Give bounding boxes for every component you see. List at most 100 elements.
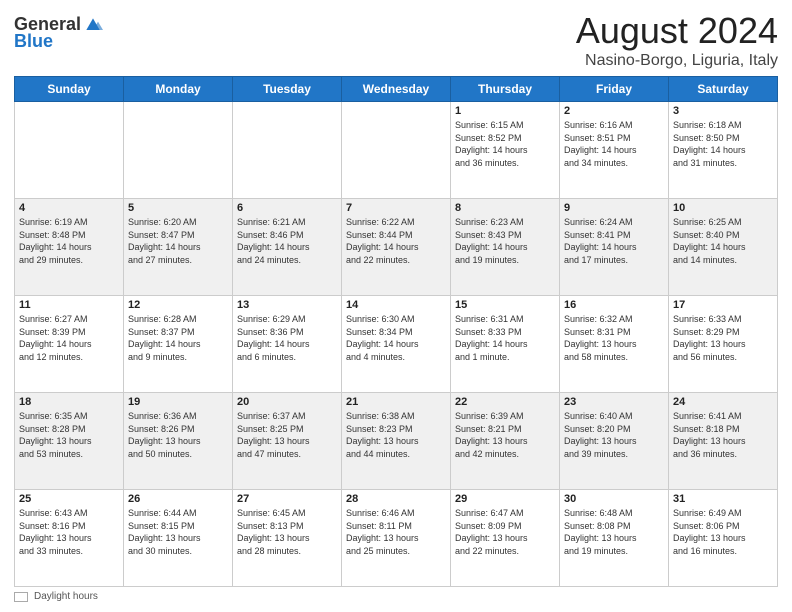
day-info: Sunrise: 6:18 AM Sunset: 8:50 PM Dayligh… [673,119,773,169]
day-info: Sunrise: 6:24 AM Sunset: 8:41 PM Dayligh… [564,216,664,266]
day-number: 5 [128,202,228,214]
day-info: Sunrise: 6:35 AM Sunset: 8:28 PM Dayligh… [19,410,119,460]
calendar-cell: 24Sunrise: 6:41 AM Sunset: 8:18 PM Dayli… [669,393,778,490]
day-number: 10 [673,202,773,214]
day-info: Sunrise: 6:30 AM Sunset: 8:34 PM Dayligh… [346,313,446,363]
day-info: Sunrise: 6:40 AM Sunset: 8:20 PM Dayligh… [564,410,664,460]
weekday-header-monday: Monday [124,77,233,102]
calendar-cell: 3 Sunrise: 6:18 AM Sunset: 8:50 PM Daylig… [669,102,778,199]
calendar-cell: 14 Sunrise: 6:30 AM Sunset: 8:34 PM Dayli… [342,296,451,393]
day-number: 18 [19,396,119,408]
calendar-cell: 7 Sunrise: 6:22 AM Sunset: 8:44 PM Daylig… [342,199,451,296]
day-number: 27 [237,493,337,505]
page: General Blue August 2024 Nasino-Borgo, L… [0,0,792,612]
day-number: 25 [19,493,119,505]
weekday-header-tuesday: Tuesday [233,77,342,102]
day-number: 31 [673,493,773,505]
calendar-cell: 10Sunrise: 6:25 AM Sunset: 8:40 PM Dayli… [669,199,778,296]
day-info: Sunrise: 6:39 AM Sunset: 8:21 PM Dayligh… [455,410,555,460]
day-info: Sunrise: 6:32 AM Sunset: 8:31 PM Dayligh… [564,313,664,363]
weekday-header-sunday: Sunday [15,77,124,102]
day-info: Sunrise: 6:31 AM Sunset: 8:33 PM Dayligh… [455,313,555,363]
calendar-cell [233,102,342,199]
day-info: Sunrise: 6:16 AM Sunset: 8:51 PM Dayligh… [564,119,664,169]
calendar-cell: 4Sunrise: 6:19 AM Sunset: 8:48 PM Daylig… [15,199,124,296]
calendar-cell: 17Sunrise: 6:33 AM Sunset: 8:29 PM Dayli… [669,296,778,393]
calendar-cell: 27Sunrise: 6:45 AM Sunset: 8:13 PM Dayli… [233,490,342,587]
logo-blue-text: Blue [14,31,53,52]
week-row-1: 4Sunrise: 6:19 AM Sunset: 8:48 PM Daylig… [15,199,778,296]
calendar-cell: 18 Sunrise: 6:35 AM Sunset: 8:28 PM Dayli… [15,393,124,490]
day-info: Sunrise: 6:41 AM Sunset: 8:18 PM Dayligh… [673,410,773,460]
weekday-header-friday: Friday [560,77,669,102]
day-number: 7 [346,202,446,214]
calendar-cell: 28Sunrise: 6:46 AM Sunset: 8:11 PM Dayli… [342,490,451,587]
day-number: 15 [455,299,555,311]
logo: General Blue [14,14,103,52]
week-row-2: 11 Sunrise: 6:27 AM Sunset: 8:39 PM Dayli… [15,296,778,393]
day-number: 19 [128,396,228,408]
day-number: 11 [19,299,119,311]
day-number: 9 [564,202,664,214]
location: Nasino-Borgo, Liguria, Italy [576,52,778,70]
calendar-cell: 19 Sunrise: 6:36 AM Sunset: 8:26 PM Dayli… [124,393,233,490]
day-number: 28 [346,493,446,505]
day-number: 20 [237,396,337,408]
calendar-cell: 21 Sunrise: 6:38 AM Sunset: 8:23 PM Dayli… [342,393,451,490]
day-number: 22 [455,396,555,408]
calendar-cell: 12 Sunrise: 6:28 AM Sunset: 8:37 PM Dayli… [124,296,233,393]
day-number: 14 [346,299,446,311]
day-info: Sunrise: 6:20 AM Sunset: 8:47 PM Dayligh… [128,216,228,266]
day-number: 1 [455,105,555,117]
day-number: 4 [19,202,119,214]
day-info: Sunrise: 6:43 AM Sunset: 8:16 PM Dayligh… [19,507,119,557]
calendar-cell [124,102,233,199]
calendar-cell: 9 Sunrise: 6:24 AM Sunset: 8:41 PM Daylig… [560,199,669,296]
weekday-header-saturday: Saturday [669,77,778,102]
day-info: Sunrise: 6:15 AM Sunset: 8:52 PM Dayligh… [455,119,555,169]
day-number: 29 [455,493,555,505]
day-number: 30 [564,493,664,505]
day-info: Sunrise: 6:37 AM Sunset: 8:25 PM Dayligh… [237,410,337,460]
day-number: 16 [564,299,664,311]
weekday-header-wednesday: Wednesday [342,77,451,102]
day-info: Sunrise: 6:48 AM Sunset: 8:08 PM Dayligh… [564,507,664,557]
day-info: Sunrise: 6:36 AM Sunset: 8:26 PM Dayligh… [128,410,228,460]
calendar-cell: 6Sunrise: 6:21 AM Sunset: 8:46 PM Daylig… [233,199,342,296]
calendar-cell [15,102,124,199]
day-info: Sunrise: 6:33 AM Sunset: 8:29 PM Dayligh… [673,313,773,363]
calendar-cell: 1 Sunrise: 6:15 AM Sunset: 8:52 PM Daylig… [451,102,560,199]
week-row-4: 25 Sunrise: 6:43 AM Sunset: 8:16 PM Dayli… [15,490,778,587]
title-block: August 2024 Nasino-Borgo, Liguria, Italy [576,10,778,70]
day-number: 3 [673,105,773,117]
daylight-box-icon [14,592,28,602]
week-row-3: 18 Sunrise: 6:35 AM Sunset: 8:28 PM Dayli… [15,393,778,490]
day-number: 12 [128,299,228,311]
day-info: Sunrise: 6:27 AM Sunset: 8:39 PM Dayligh… [19,313,119,363]
weekday-header-thursday: Thursday [451,77,560,102]
calendar-cell: 8Sunrise: 6:23 AM Sunset: 8:43 PM Daylig… [451,199,560,296]
weekday-header-row: SundayMondayTuesdayWednesdayThursdayFrid… [15,77,778,102]
day-info: Sunrise: 6:44 AM Sunset: 8:15 PM Dayligh… [128,507,228,557]
day-info: Sunrise: 6:38 AM Sunset: 8:23 PM Dayligh… [346,410,446,460]
day-number: 6 [237,202,337,214]
calendar-cell: 30 Sunrise: 6:48 AM Sunset: 8:08 PM Dayli… [560,490,669,587]
day-info: Sunrise: 6:47 AM Sunset: 8:09 PM Dayligh… [455,507,555,557]
daylight-label: Daylight hours [34,591,98,602]
day-number: 21 [346,396,446,408]
week-row-0: 1 Sunrise: 6:15 AM Sunset: 8:52 PM Daylig… [15,102,778,199]
day-info: Sunrise: 6:49 AM Sunset: 8:06 PM Dayligh… [673,507,773,557]
day-info: Sunrise: 6:22 AM Sunset: 8:44 PM Dayligh… [346,216,446,266]
logo-icon [83,15,103,35]
calendar-cell: 25 Sunrise: 6:43 AM Sunset: 8:16 PM Dayli… [15,490,124,587]
calendar-cell: 2 Sunrise: 6:16 AM Sunset: 8:51 PM Daylig… [560,102,669,199]
day-number: 2 [564,105,664,117]
calendar-cell: 29 Sunrise: 6:47 AM Sunset: 8:09 PM Dayli… [451,490,560,587]
calendar-cell: 13Sunrise: 6:29 AM Sunset: 8:36 PM Dayli… [233,296,342,393]
day-info: Sunrise: 6:29 AM Sunset: 8:36 PM Dayligh… [237,313,337,363]
calendar-cell: 31 Sunrise: 6:49 AM Sunset: 8:06 PM Dayli… [669,490,778,587]
calendar-cell: 22 Sunrise: 6:39 AM Sunset: 8:21 PM Dayli… [451,393,560,490]
calendar-cell: 5 Sunrise: 6:20 AM Sunset: 8:47 PM Daylig… [124,199,233,296]
day-info: Sunrise: 6:28 AM Sunset: 8:37 PM Dayligh… [128,313,228,363]
day-number: 8 [455,202,555,214]
